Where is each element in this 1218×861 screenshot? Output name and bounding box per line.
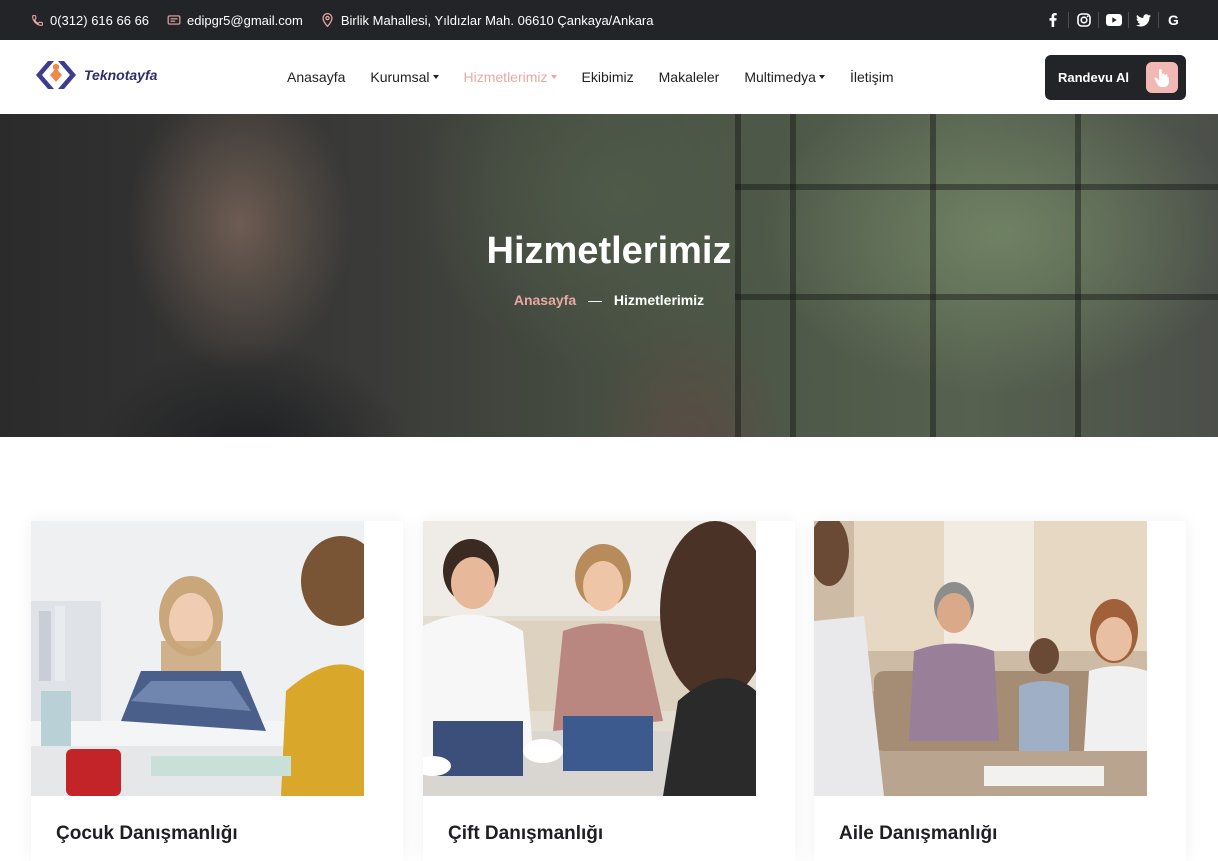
nav-team[interactable]: Ekibimiz: [582, 69, 634, 85]
breadcrumb-home[interactable]: Anasayfa: [514, 292, 576, 308]
service-card-couple[interactable]: Çift Danışmanlığı: [423, 521, 795, 861]
nav-services[interactable]: Hizmetlerimiz: [464, 69, 557, 85]
location-pin-icon: [321, 13, 335, 27]
nav-contact[interactable]: İletişim: [850, 69, 894, 85]
youtube-icon[interactable]: [1098, 12, 1128, 28]
service-title[interactable]: Çift Danışmanlığı: [448, 823, 603, 845]
social-links: G: [1038, 12, 1188, 28]
service-image-couple[interactable]: [423, 521, 756, 796]
logo-mark-icon: [36, 61, 76, 89]
nav-home[interactable]: Anasayfa: [287, 69, 345, 85]
page-hero: Hizmetlerimiz Anasayfa — Hizmetlerimiz: [0, 114, 1218, 437]
site-logo[interactable]: Teknotayfa: [34, 59, 157, 91]
email-contact[interactable]: edipgr5@gmail.com: [167, 13, 303, 28]
service-image-family[interactable]: [814, 521, 1147, 796]
nav-home-label: Anasayfa: [287, 69, 346, 85]
main-header: Teknotayfa Anasayfa Kurumsal Hizmetlerim…: [0, 40, 1218, 114]
nav-multimedia-label: Multimedya: [744, 69, 816, 85]
service-title[interactable]: Çocuk Danışmanlığı: [56, 823, 238, 845]
phone-contact[interactable]: 0(312) 616 66 66: [30, 13, 149, 28]
phone-text: 0(312) 616 66 66: [50, 12, 150, 28]
nav-services-label: Hizmetlerimiz: [463, 69, 548, 85]
appointment-button[interactable]: Randevu Al: [1045, 55, 1186, 100]
breadcrumb-current: Hizmetlerimiz: [613, 292, 705, 308]
nav-articles-label: Makaleler: [658, 69, 720, 85]
service-title[interactable]: Aile Danışmanlığı: [839, 823, 997, 845]
nav-corporate[interactable]: Kurumsal: [370, 69, 439, 85]
breadcrumb-separator: —: [588, 292, 602, 308]
nav-corporate-label: Kurumsal: [370, 69, 430, 85]
nav-articles[interactable]: Makaleler: [659, 69, 720, 85]
chevron-down-icon: [432, 75, 439, 79]
chevron-down-icon: [818, 75, 825, 79]
instagram-icon[interactable]: [1068, 12, 1098, 28]
address-text: Birlik Mahallesi, Yıldızlar Mah. 06610 Ç…: [340, 12, 654, 28]
google-icon[interactable]: G: [1158, 12, 1188, 28]
facebook-icon[interactable]: [1038, 12, 1068, 28]
page-title: Hizmetlerimiz: [486, 230, 732, 272]
top-bar: 0(312) 616 66 66 edipgr5@gmail.com Birli…: [0, 0, 1218, 40]
logo-text: Teknotayfa: [84, 67, 158, 83]
nav-multimedia[interactable]: Multimedya: [744, 69, 825, 85]
appointment-label: Randevu Al: [1058, 70, 1130, 85]
hand-pointer-icon: [1146, 62, 1178, 93]
service-card-family[interactable]: Aile Danışmanlığı: [814, 521, 1186, 861]
nav-team-label: Ekibimiz: [581, 69, 634, 85]
email-text: edipgr5@gmail.com: [187, 12, 303, 28]
main-nav: Anasayfa Kurumsal Hizmetlerimiz Ekibimiz…: [287, 40, 919, 114]
twitter-icon[interactable]: [1128, 12, 1158, 28]
breadcrumb: Anasayfa — Hizmetlerimiz: [0, 292, 1218, 308]
address-contact: Birlik Mahallesi, Yıldızlar Mah. 06610 Ç…: [321, 12, 654, 28]
phone-icon: [30, 13, 44, 27]
chevron-down-icon: [550, 75, 557, 79]
service-image-child[interactable]: [31, 521, 364, 796]
mail-icon: [167, 13, 181, 27]
nav-contact-label: İletişim: [849, 69, 894, 85]
service-card-child[interactable]: Çocuk Danışmanlığı: [31, 521, 403, 861]
